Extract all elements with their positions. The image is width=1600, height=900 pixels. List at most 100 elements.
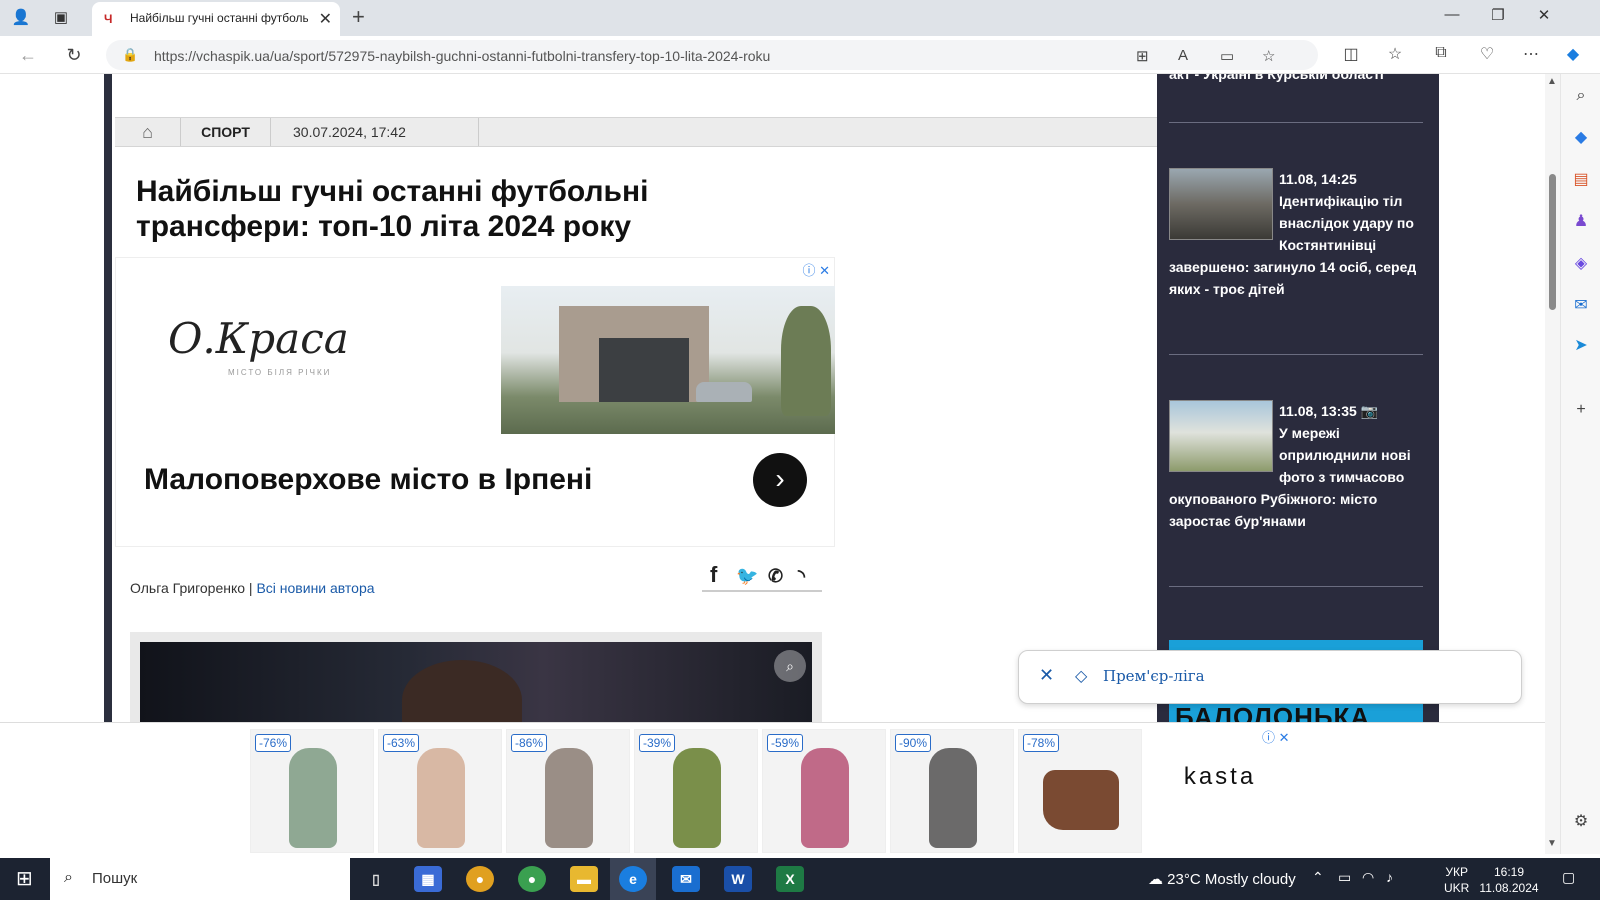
taskbar-search-text[interactable]: Пошук: [92, 870, 137, 887]
refresh-icon[interactable]: ↻: [62, 44, 86, 66]
breadcrumb: ⌂ СПОРТ 30.07.2024, 17:42: [115, 117, 1157, 147]
ad-arrow-button[interactable]: ›: [753, 453, 807, 507]
visual-search-icon[interactable]: ⌕: [774, 650, 806, 682]
tab-close-icon[interactable]: ✕: [319, 9, 332, 29]
product-card[interactable]: -90%: [890, 729, 1014, 853]
news-item[interactable]: 11.08, 13:35 📷 У мережі оприлюднили нові…: [1169, 400, 1427, 532]
ad-tagline[interactable]: Малоповерхове місто в Ірпені: [144, 463, 592, 497]
back-icon[interactable]: ←: [16, 44, 40, 66]
product-image: [545, 748, 593, 848]
product-card[interactable]: -78%: [1018, 729, 1142, 853]
calculator-icon[interactable]: ▦: [414, 866, 442, 892]
breadcrumb-section[interactable]: СПОРТ: [181, 118, 271, 146]
ad-choices-icon[interactable]: ⓘ ✕: [802, 260, 830, 279]
scroll-up-icon[interactable]: ▲: [1547, 76, 1557, 87]
kasta-logo[interactable]: kasta: [1150, 763, 1290, 791]
scroll-down-icon[interactable]: ▼: [1547, 838, 1557, 849]
product-card[interactable]: -39%: [634, 729, 758, 853]
sidebar-settings-icon[interactable]: ⚙: [1569, 810, 1593, 834]
news-prev-snippet[interactable]: акт - Україні в Курській області: [1169, 74, 1384, 82]
task-view-icon[interactable]: ▯: [362, 866, 390, 892]
wifi-icon[interactable]: ◠: [1362, 869, 1374, 886]
sidebar-add-icon[interactable]: +: [1569, 398, 1593, 422]
discount-badge: -63%: [383, 734, 420, 752]
edge-sidebar: ⌕ ◆ ▤ ♟ ◈ ✉ ➤ + ⚙: [1560, 74, 1600, 854]
immersive-reader-icon[interactable]: ▭: [1220, 47, 1234, 65]
tray-expand-icon[interactable]: ⌃: [1312, 869, 1324, 886]
news-divider: [1169, 354, 1423, 355]
more-menu-icon[interactable]: ⋯: [1518, 44, 1544, 64]
ad-logo-subtitle: МІСТО БІЛЯ РІЧКИ: [228, 368, 332, 377]
advertisement-top[interactable]: ⓘ ✕ О.Краса МІСТО БІЛЯ РІЧКИ Малоповерхо…: [115, 257, 835, 547]
favorites-icon[interactable]: ☆: [1382, 44, 1408, 64]
url-bar[interactable]: 🔒 https://vchaspik.ua/ua/sport/572975-na…: [106, 40, 1318, 70]
product-card[interactable]: -63%: [378, 729, 502, 853]
product-image: [1043, 770, 1119, 830]
news-item[interactable]: 11.08, 14:25 Ідентифікацію тіл внаслідок…: [1169, 168, 1427, 300]
new-tab-button[interactable]: +: [352, 4, 365, 30]
battery-icon[interactable]: ▭: [1338, 869, 1351, 886]
product-card[interactable]: -76%: [250, 729, 374, 853]
word-icon[interactable]: W: [724, 866, 752, 892]
author-news-link[interactable]: Всі новини автора: [256, 580, 374, 596]
sidebar-telegram-icon[interactable]: ➤: [1569, 334, 1593, 358]
scroll-thumb[interactable]: [1549, 174, 1556, 310]
collections-icon[interactable]: ⧉: [1428, 44, 1454, 62]
tab-actions-icon[interactable]: ▣: [48, 6, 74, 30]
sidebar-outlook-icon[interactable]: ✉: [1569, 294, 1593, 318]
chrome-profile-icon[interactable]: ●: [518, 866, 546, 892]
house-car: [696, 382, 752, 402]
lang-line-1: УКР: [1445, 865, 1468, 879]
mail-icon[interactable]: ✉: [672, 866, 700, 892]
chrome-icon[interactable]: ●: [466, 866, 494, 892]
facebook-icon[interactable]: f: [710, 562, 717, 588]
news-thumbnail[interactable]: [1169, 168, 1273, 240]
ad-choices-icon[interactable]: ⓘ ✕: [1262, 727, 1290, 746]
split-screen-icon[interactable]: ◫: [1338, 44, 1364, 64]
sidebar-search-icon[interactable]: ⌕: [1569, 84, 1593, 108]
browser-essentials-icon[interactable]: ♡: [1474, 44, 1500, 64]
search-icon: ⌕: [64, 869, 73, 886]
file-explorer-icon[interactable]: ▬: [570, 866, 598, 892]
twitter-icon[interactable]: 🐦: [736, 566, 758, 587]
lock-icon[interactable]: 🔒: [122, 47, 138, 63]
volume-icon[interactable]: ♪: [1386, 869, 1393, 885]
ad-logo: О.Краса: [168, 314, 349, 363]
address-toolbar: ← ↻ 🔒 https://vchaspik.ua/ua/sport/57297…: [0, 36, 1600, 74]
tag-popup-close-icon[interactable]: ✕: [1039, 665, 1054, 686]
language-indicator[interactable]: УКР UKR: [1444, 864, 1469, 896]
page-scrollbar[interactable]: ▲ ▼: [1545, 74, 1560, 854]
clock[interactable]: 16:19 11.08.2024: [1478, 864, 1540, 896]
sidebar-shopping-icon[interactable]: ◆: [1569, 126, 1593, 150]
sidebar-games-icon[interactable]: ♟: [1569, 210, 1593, 234]
discount-badge: -39%: [639, 734, 676, 752]
sidebar-tools-icon[interactable]: ▤: [1569, 168, 1593, 192]
product-card[interactable]: -59%: [762, 729, 886, 853]
favorite-star-icon[interactable]: ☆: [1262, 47, 1275, 65]
edge-icon[interactable]: e: [619, 866, 647, 892]
apps-icon[interactable]: ⊞: [1136, 47, 1149, 65]
url-text[interactable]: https://vchaspik.ua/ua/sport/572975-nayb…: [154, 48, 770, 64]
notifications-icon[interactable]: ▢: [1562, 869, 1575, 886]
tag-popup-label[interactable]: Прем'єр-ліга: [1103, 667, 1205, 685]
product-image: [801, 748, 849, 848]
weather-widget[interactable]: ☁ 23°C Mostly cloudy: [1148, 870, 1296, 888]
product-card[interactable]: -86%: [506, 729, 630, 853]
windows-start-icon[interactable]: ⊞: [16, 868, 38, 890]
restore-button[interactable]: ❐: [1478, 6, 1518, 24]
taskbar-search[interactable]: ⌕ Пошук: [50, 858, 350, 900]
browser-tab-active[interactable]: Ч Найбільш гучні останні футбольні транс…: [92, 2, 340, 36]
excel-icon[interactable]: X: [776, 866, 804, 892]
read-aloud-icon[interactable]: A: [1178, 47, 1188, 64]
viber-icon[interactable]: ✆: [768, 566, 783, 587]
headline-line-2: трансфери: топ-10 літа 2024 року: [136, 210, 632, 243]
rss-icon[interactable]: ◝: [798, 566, 805, 587]
minimize-button[interactable]: —: [1432, 6, 1472, 23]
news-time-value: 11.08, 13:35: [1279, 403, 1357, 419]
profile-icon[interactable]: 👤: [8, 6, 34, 30]
close-window-button[interactable]: ✕: [1524, 6, 1564, 24]
home-icon[interactable]: ⌂: [115, 118, 181, 146]
copilot-icon[interactable]: ◆: [1560, 44, 1586, 64]
sidebar-m365-icon[interactable]: ◈: [1569, 252, 1593, 276]
news-thumbnail[interactable]: [1169, 400, 1273, 472]
